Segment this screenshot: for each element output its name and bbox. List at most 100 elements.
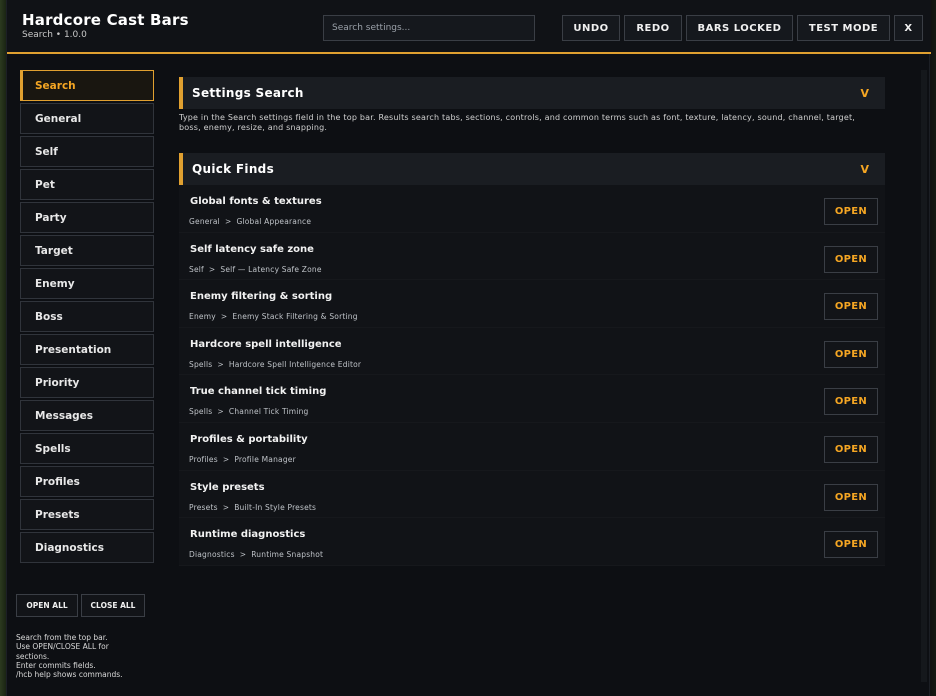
path-tab: Self (189, 264, 204, 274)
close-all-button[interactable]: CLOSE ALL (81, 594, 145, 617)
path-tab: Enemy (189, 312, 216, 322)
chevron-down-icon[interactable]: V (860, 87, 869, 100)
open-button[interactable]: OPEN (824, 245, 878, 273)
section-title: Settings Search (192, 86, 304, 100)
undo-button[interactable]: UNDO (562, 15, 620, 41)
section-title: Quick Finds (192, 162, 275, 176)
settings-search-header[interactable]: Settings Search V (179, 77, 885, 109)
open-button[interactable]: OPEN (824, 388, 878, 416)
quick-find-title: Self latency safe zone (190, 243, 314, 255)
list-item: Self latency safe zone Self > Self — Laten… (179, 232, 885, 281)
settings-window: Hardcore Cast Bars Search • 1.0.0 UNDO R… (6, 0, 931, 696)
path-separator: > (208, 264, 216, 274)
quick-find-title: Profiles & portability (190, 433, 308, 445)
quick-find-title: Global fonts & textures (190, 196, 322, 207)
quick-find-title: True channel tick timing (190, 386, 327, 398)
help-line: Enter commits fields. (16, 660, 96, 670)
open-all-button[interactable]: OPEN ALL (16, 594, 78, 617)
sidebar-item-general[interactable]: General (20, 103, 154, 134)
path-tab: Diagnostics (189, 550, 235, 560)
quick-find-path: Spells > Hardcore Spell Intelligence Edito… (189, 360, 361, 369)
sidebar-item-boss[interactable]: Boss (20, 301, 154, 332)
path-tab: Spells (189, 359, 213, 369)
path-separator: > (222, 502, 230, 512)
list-item: Enemy filtering & sorting Enemy > Enemy St… (179, 280, 885, 328)
sidebar-item-pet[interactable]: Pet (20, 169, 154, 200)
scrollbar[interactable] (921, 70, 927, 682)
sidebar-item-enemy[interactable]: Enemy (20, 268, 154, 299)
quick-find-path: Profiles > Profile Manager (189, 455, 296, 464)
app-title: Hardcore Cast Bars (22, 11, 189, 29)
sidebar-item-presets[interactable]: Presets (20, 499, 154, 530)
path-section: Global Appearance (236, 217, 312, 226)
quick-find-title: Hardcore spell intelligence (190, 338, 342, 350)
sidebar-item-priority[interactable]: Priority (20, 367, 154, 398)
sidebar-item-search[interactable]: Search (20, 70, 154, 101)
quick-find-path: Spells > Channel Tick Timing (189, 407, 309, 416)
open-button[interactable]: OPEN (824, 340, 878, 368)
list-item: Hardcore spell intelligence Spells > Hardc… (179, 327, 885, 376)
quick-find-path: Presets > Built-In Style Presets (189, 503, 316, 512)
sidebar-item-target[interactable]: Target (20, 235, 154, 266)
close-button[interactable]: X (894, 15, 923, 41)
quick-find-path: Enemy > Enemy Stack Filtering & Sorting (189, 312, 358, 321)
main-content: Settings Search V Type in the Search set… (179, 77, 885, 566)
list-item: Global fonts & textures General > Global A… (179, 185, 885, 233)
list-item: Profiles & portability Profiles > Profile … (179, 422, 885, 471)
chevron-down-icon[interactable]: V (860, 163, 869, 176)
sidebar-item-spells[interactable]: Spells (20, 433, 154, 464)
path-separator: > (220, 312, 228, 322)
bars-locked-button[interactable]: BARS LOCKED (686, 15, 793, 41)
sidebar-item-party[interactable]: Party (20, 202, 154, 233)
quick-find-path: General > Global Appearance (189, 217, 311, 226)
path-tab: Profiles (189, 454, 218, 464)
help-text: Search from the top bar. Use OPEN/CLOSE … (16, 633, 146, 679)
quick-finds-header[interactable]: Quick Finds V (179, 153, 885, 185)
path-section: Hardcore Spell Intelligence Editor (228, 359, 362, 369)
path-section: Profile Manager (234, 454, 296, 464)
test-mode-button[interactable]: TEST MODE (797, 15, 890, 41)
path-separator: > (217, 359, 224, 369)
sidebar-item-diagnostics[interactable]: Diagnostics (20, 532, 154, 563)
path-section: Enemy Stack Filtering & Sorting (232, 312, 358, 322)
list-item: Style presets Presets > Built-In Style Pre… (179, 470, 885, 519)
path-section: Runtime Snapshot (251, 550, 324, 560)
search-input[interactable] (323, 15, 535, 41)
sidebar-item-messages[interactable]: Messages (20, 400, 154, 431)
path-section: Channel Tick Timing (228, 407, 309, 417)
open-button[interactable]: OPEN (824, 198, 878, 225)
help-line: /hcb help shows commands. (16, 670, 123, 680)
quick-find-title: Style presets (190, 481, 265, 493)
header-bar: Hardcore Cast Bars Search • 1.0.0 UNDO R… (7, 0, 931, 54)
app-subtitle: Search • 1.0.0 (22, 30, 87, 40)
sidebar-item-profiles[interactable]: Profiles (20, 466, 154, 497)
open-button[interactable]: OPEN (824, 435, 878, 463)
quick-finds-list: Global fonts & textures General > Global A… (179, 185, 885, 566)
quick-find-path: Diagnostics > Runtime Snapshot (189, 550, 323, 559)
path-tab: General (189, 217, 220, 226)
redo-button[interactable]: REDO (624, 15, 682, 41)
quick-find-title: Runtime diagnostics (190, 529, 306, 541)
list-item: True channel tick timing Spells > Channel … (179, 375, 885, 423)
help-line: sections. (16, 651, 50, 661)
settings-search-description: Type in the Search settings field in the… (179, 113, 856, 132)
help-line: Search from the top bar. (16, 633, 108, 642)
path-tab: Spells (189, 407, 213, 417)
open-button[interactable]: OPEN (824, 293, 878, 321)
open-button[interactable]: OPEN (824, 483, 878, 511)
quick-find-title: Enemy filtering & sorting (190, 291, 333, 303)
path-section: Built-In Style Presets (234, 502, 317, 512)
path-separator: > (239, 550, 247, 560)
sidebar-item-self[interactable]: Self (20, 136, 154, 167)
sidebar-item-presentation[interactable]: Presentation (20, 334, 154, 365)
path-separator: > (224, 217, 232, 226)
open-button[interactable]: OPEN (824, 531, 878, 559)
sidebar-nav: Search General Self Pet Party Target Ene… (20, 70, 154, 565)
path-tab: Presets (189, 502, 218, 512)
path-section: Self — Latency Safe Zone (220, 264, 322, 274)
list-item: Runtime diagnostics Diagnostics > Runtime … (179, 518, 885, 566)
quick-find-path: Self > Self — Latency Safe Zone (189, 265, 322, 274)
path-separator: > (217, 407, 224, 417)
help-line: Use OPEN/CLOSE ALL for (16, 642, 109, 652)
path-separator: > (222, 454, 230, 464)
